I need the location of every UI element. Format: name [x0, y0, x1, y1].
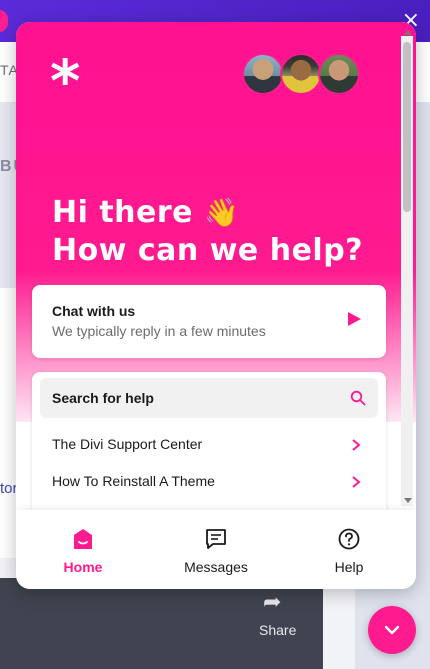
chat-card-subtitle: We typically reply in a few minutes: [52, 323, 266, 339]
search-input[interactable]: Search for help: [40, 378, 378, 418]
widget-logo: *: [50, 47, 81, 115]
help-article-link[interactable]: How To Reinstall A Theme: [32, 464, 386, 500]
chat-card-title: Chat with us: [52, 303, 136, 319]
avatar: [318, 53, 360, 95]
chevron-right-icon: [352, 439, 361, 451]
help-article-link[interactable]: The Divi Support Center: [32, 427, 386, 463]
nav-label: Messages: [184, 559, 248, 575]
widget-launcher-button[interactable]: [368, 606, 416, 654]
share-button[interactable]: Share: [259, 622, 296, 638]
nav-label: Help: [334, 559, 364, 575]
bottom-nav: Home Messages Help: [16, 510, 416, 589]
nav-label: Home: [63, 559, 103, 575]
scroll-up-icon[interactable]: [404, 30, 412, 35]
widget-hero: * Hi there 👋 How can we help?: [16, 22, 416, 422]
greeting-heading: Hi there 👋 How can we help?: [52, 194, 363, 270]
chevron-right-icon: [352, 476, 361, 488]
chat-widget-panel: * Hi there 👋 How can we help? Chat with …: [16, 22, 416, 589]
nav-tab-help[interactable]: Help: [289, 510, 409, 589]
greeting-line-1: Hi there: [52, 195, 194, 230]
nav-tab-home[interactable]: Home: [23, 510, 143, 589]
search-placeholder: Search for help: [52, 390, 154, 406]
send-icon: [348, 312, 361, 326]
page-link-fragment[interactable]: tor: [0, 480, 18, 497]
avatar: [280, 53, 322, 95]
chevron-down-icon: [384, 625, 400, 635]
help-article-label: The Divi Support Center: [52, 436, 203, 452]
chat-with-us-card[interactable]: Chat with us We typically reply in a few…: [32, 285, 386, 358]
messages-icon: [206, 529, 226, 549]
nav-tab-messages[interactable]: Messages: [156, 510, 276, 589]
wave-icon: 👋: [203, 196, 240, 229]
help-article-label: How To Reinstall A Theme: [52, 473, 215, 489]
search-icon: [350, 390, 366, 406]
help-icon: [338, 528, 360, 550]
scrollbar-thumb[interactable]: [403, 42, 411, 212]
greeting-line-2: How can we help?: [52, 233, 364, 268]
scroll-down-icon[interactable]: [404, 498, 412, 503]
avatar: [242, 53, 284, 95]
share-icon[interactable]: ➦: [263, 590, 281, 615]
home-icon: [74, 529, 92, 549]
